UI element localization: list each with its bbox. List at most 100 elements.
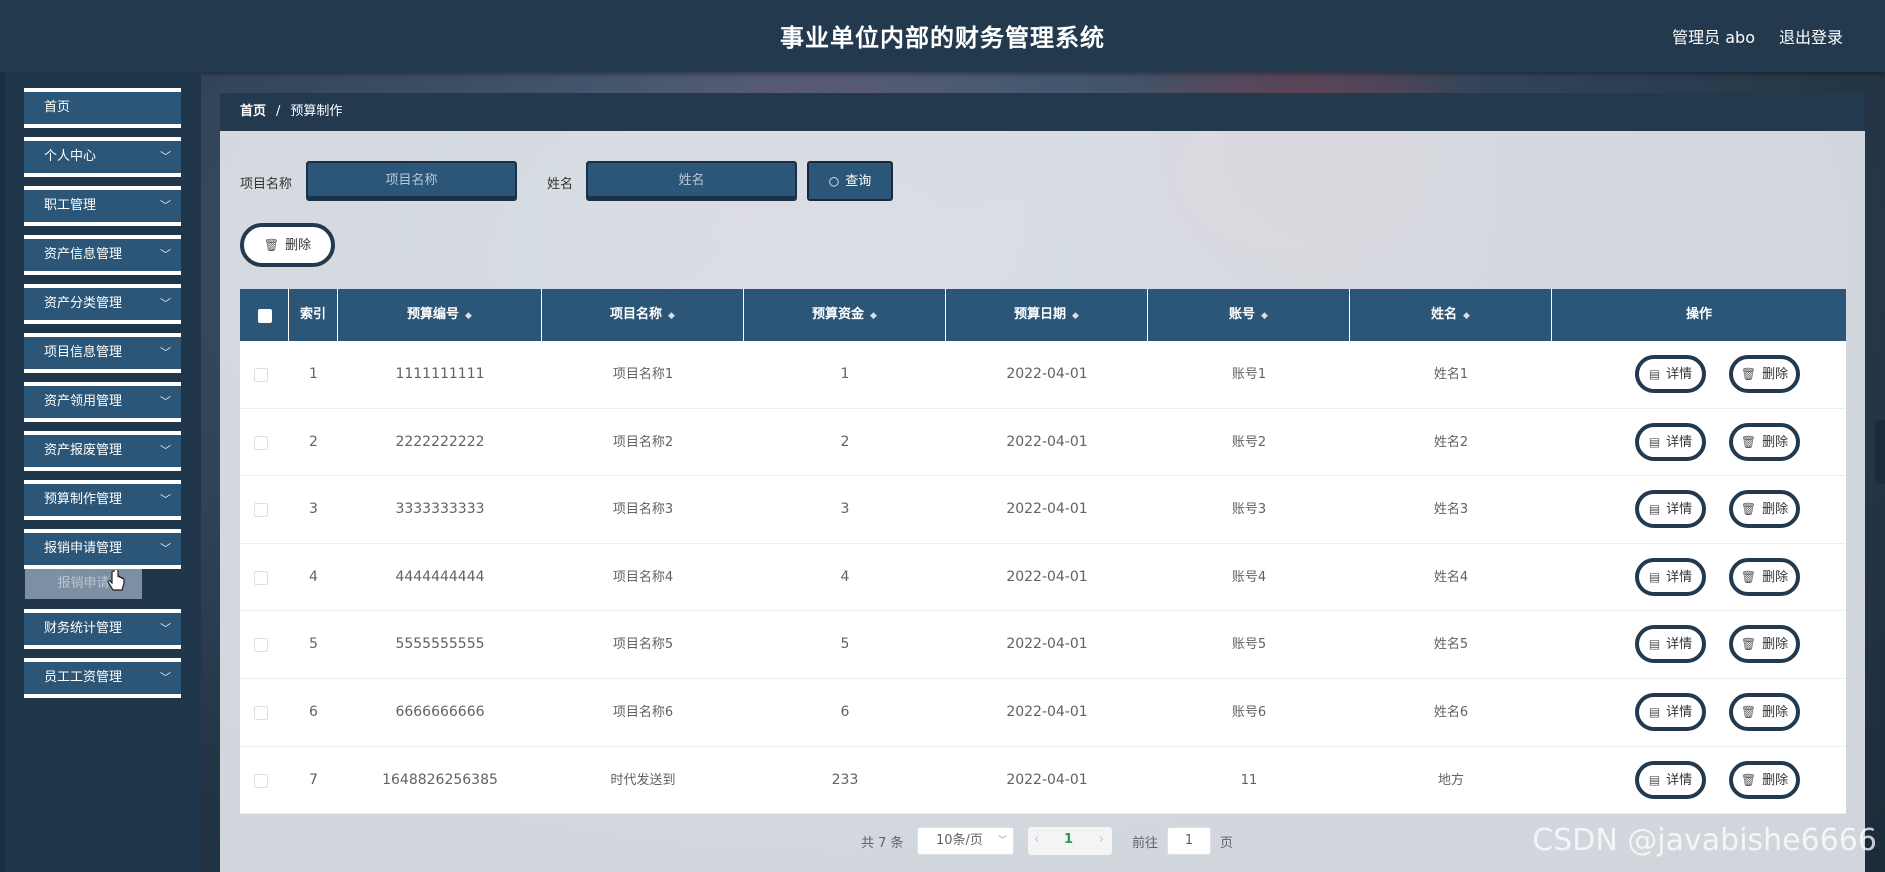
- project-name-input[interactable]: 项目名称: [306, 161, 517, 201]
- chevron-down-icon: ﹀: [160, 150, 171, 163]
- cell-fund: 5: [840, 636, 850, 653]
- header-name[interactable]: 姓名 ◆: [1350, 289, 1552, 341]
- delete-button-label: 删除: [1762, 434, 1789, 450]
- delete-button[interactable]: 🗑 删除: [1729, 625, 1800, 664]
- detail-button[interactable]: ▤ 详情: [1635, 760, 1706, 799]
- trash-icon: 🗑: [1740, 772, 1757, 787]
- cell-name: 地方: [1437, 772, 1464, 788]
- cell-account: 账号3: [1231, 502, 1267, 518]
- document-icon: ▤: [1648, 637, 1661, 652]
- breadcrumb-separator: /: [276, 104, 281, 119]
- cell-code: 2222222222: [395, 433, 485, 450]
- header-budget-fund[interactable]: 预算资金 ◆: [744, 289, 946, 341]
- cell-code: 1111111111: [395, 366, 485, 382]
- main-panel: 首页 / 预算制作 项目名称 项目名称 姓名 姓名 ○ 查询 🗑 删除 索引 预算编号 ◆…: [220, 93, 1865, 872]
- table-header: 索引 预算编号 ◆ 项目名称 ◆ 预算资金 ◆ 预算日期 ◆ 账号 ◆ 姓名 ◆ 操作: [240, 289, 1846, 341]
- cell-index: 6: [309, 704, 318, 720]
- sidebar-item-label: 资产分类管理: [44, 296, 123, 311]
- header-budget-code[interactable]: 预算编号 ◆: [338, 289, 542, 341]
- detail-button[interactable]: ▤ 详情: [1635, 557, 1706, 596]
- delete-button-label: 删除: [1762, 569, 1789, 585]
- document-icon: ▤: [1648, 569, 1661, 584]
- delete-button[interactable]: 🗑 删除: [1729, 422, 1800, 461]
- sidebar-item-personal-center[interactable]: 个人中心 ﹀: [24, 137, 181, 177]
- header-budget-date[interactable]: 预算日期 ◆: [946, 289, 1148, 341]
- batch-delete-button[interactable]: 🗑 删除: [240, 223, 335, 267]
- table-row: 6 6666666666 项目名称6 6 2022-04-01 账号6 姓名6 ▤ 详情 🗑 删除: [240, 679, 1846, 747]
- row-checkbox[interactable]: [254, 570, 268, 585]
- search-icon: ○: [828, 174, 840, 188]
- sidebar-item-budget[interactable]: 预算制作管理 ﹀: [24, 480, 181, 520]
- detail-button[interactable]: ▤ 详情: [1635, 422, 1706, 461]
- chevron-down-icon: ﹀: [160, 622, 171, 635]
- delete-button[interactable]: 🗑 删除: [1729, 557, 1800, 596]
- pagination-total: 共 7 条: [861, 836, 904, 851]
- sidebar-item-asset-scrap[interactable]: 资产报废管理 ﹀: [24, 431, 181, 471]
- sidebar-item-finance-stats[interactable]: 财务统计管理 ﹀: [24, 609, 181, 649]
- document-icon: ▤: [1648, 502, 1661, 517]
- sidebar-item-staff[interactable]: 职工管理 ﹀: [24, 186, 181, 226]
- sidebar-item-label: 资产报废管理: [44, 443, 123, 458]
- header-account[interactable]: 账号 ◆: [1148, 289, 1350, 341]
- cell-code: 4444444444: [395, 568, 485, 585]
- detail-button[interactable]: ▤ 详情: [1635, 625, 1706, 664]
- cell-account: 账号2: [1231, 434, 1267, 450]
- name-input[interactable]: 姓名: [586, 161, 797, 201]
- breadcrumb-home[interactable]: 首页: [240, 104, 266, 119]
- trash-icon: 🗑: [263, 238, 280, 252]
- cell-index: 3: [309, 501, 318, 518]
- row-checkbox[interactable]: [254, 435, 268, 450]
- side-scroll-handle[interactable]: [1875, 420, 1885, 484]
- watermark: CSDN @javabishe6666: [1532, 823, 1877, 858]
- detail-button[interactable]: ▤ 详情: [1635, 355, 1706, 393]
- row-checkbox[interactable]: [254, 638, 268, 653]
- delete-button[interactable]: 🗑 删除: [1729, 760, 1800, 799]
- delete-button[interactable]: 🗑 删除: [1729, 490, 1800, 529]
- detail-button[interactable]: ▤ 详情: [1635, 490, 1706, 529]
- top-header: 事业单位内部的财务管理系统 管理员 abo 退出登录: [0, 0, 1885, 72]
- page-size-select[interactable]: 10条/页 ﹀: [917, 827, 1014, 855]
- cell-name: 姓名6: [1433, 705, 1469, 720]
- row-checkbox[interactable]: [254, 503, 268, 518]
- cell-date: 2022-04-01: [1006, 501, 1088, 518]
- query-button[interactable]: ○ 查询: [807, 161, 893, 201]
- sidebar-item-asset-category[interactable]: 资产分类管理 ﹀: [24, 284, 181, 324]
- sidebar-item-asset-info[interactable]: 资产信息管理 ﹀: [24, 235, 181, 275]
- sidebar-item-label: 报销申请管理: [44, 541, 123, 556]
- cell-code: 3333333333: [395, 501, 485, 518]
- next-page-icon[interactable]: ›: [1099, 827, 1104, 853]
- sidebar-edge: [0, 72, 6, 872]
- prev-page-icon[interactable]: ‹: [1034, 827, 1039, 853]
- goto-input[interactable]: 1: [1167, 827, 1211, 855]
- chevron-down-icon: ﹀: [160, 346, 171, 359]
- row-checkbox[interactable]: [254, 368, 268, 382]
- header-project-name[interactable]: 项目名称 ◆: [542, 289, 744, 341]
- cell-account: 账号4: [1231, 569, 1267, 585]
- row-checkbox[interactable]: [254, 706, 268, 720]
- delete-button[interactable]: 🗑 删除: [1729, 693, 1800, 731]
- sidebar-item-salary[interactable]: 员工工资管理 ﹀: [24, 658, 181, 698]
- detail-button[interactable]: ▤ 详情: [1635, 693, 1706, 731]
- delete-button[interactable]: 🗑 删除: [1729, 355, 1800, 393]
- cell-account: 账号5: [1231, 637, 1267, 653]
- sidebar-item-asset-usage[interactable]: 资产领用管理 ﹀: [24, 382, 181, 422]
- name-label: 姓名: [547, 177, 574, 192]
- trash-icon: 🗑: [1740, 367, 1757, 381]
- table-row: 1 1111111111 项目名称1 1 2022-04-01 账号1 姓名1 ▤ 详情 🗑 删除: [240, 341, 1846, 409]
- cell-account: 账号1: [1231, 367, 1267, 382]
- cell-account: 11: [1240, 772, 1258, 788]
- chevron-down-icon: ﹀: [160, 297, 171, 310]
- logout-link[interactable]: 退出登录: [1779, 24, 1843, 48]
- cell-name: 姓名2: [1433, 434, 1469, 450]
- breadcrumb-current: 预算制作: [290, 104, 343, 119]
- sidebar-item-project-info[interactable]: 项目信息管理 ﹀: [24, 333, 181, 373]
- row-checkbox[interactable]: [254, 773, 268, 788]
- select-all-checkbox[interactable]: [258, 309, 272, 323]
- chevron-down-icon: ﹀: [160, 395, 171, 408]
- current-page[interactable]: 1: [1064, 827, 1073, 853]
- detail-button-label: 详情: [1666, 772, 1693, 788]
- cell-date: 2022-04-01: [1006, 704, 1088, 720]
- cell-name: 姓名1: [1433, 367, 1469, 382]
- sidebar-item-reimbursement[interactable]: 报销申请管理 ﹀: [24, 529, 181, 569]
- sidebar-item-home[interactable]: 首页: [24, 88, 181, 128]
